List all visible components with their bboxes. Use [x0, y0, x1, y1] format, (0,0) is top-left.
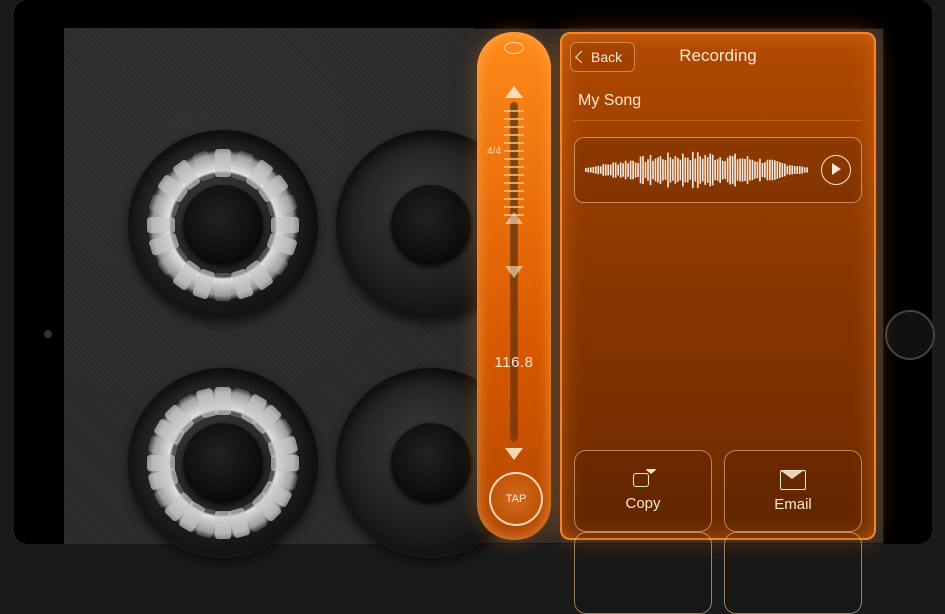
email-icon: [780, 470, 806, 490]
drum-pad-3[interactable]: [128, 368, 318, 558]
front-camera: [44, 330, 52, 338]
view-toggle-icon[interactable]: [504, 42, 524, 54]
tempo-increase-icon[interactable]: [505, 86, 523, 98]
email-button[interactable]: Email: [724, 450, 862, 532]
copy-icon: [631, 471, 655, 489]
bpm-readout: 116.8: [477, 354, 551, 371]
drum-pad-1[interactable]: [128, 130, 318, 320]
email-label: Email: [774, 496, 812, 513]
tap-tempo-button[interactable]: TAP: [489, 472, 543, 526]
copy-label: Copy: [625, 495, 660, 512]
tap-label: TAP: [506, 493, 527, 505]
recording-panel: Back Recording My Song Copy: [560, 32, 876, 540]
pad-center: [391, 185, 471, 265]
copy-button[interactable]: Copy: [574, 450, 712, 532]
time-signature-label: 4/4: [487, 147, 499, 157]
back-label: Back: [591, 49, 622, 65]
waveform-row[interactable]: [574, 137, 862, 203]
app-screen: 4/4 116.8 TAP Back Recording My Song: [64, 28, 884, 544]
play-button[interactable]: [821, 155, 851, 185]
tempo-control[interactable]: 4/4 116.8 TAP: [477, 32, 551, 540]
panel-title: Recording: [679, 46, 757, 66]
chevron-down-icon: [505, 266, 523, 278]
chevron-up-icon: [505, 212, 523, 224]
tablet-frame: 4/4 116.8 TAP Back Recording My Song: [14, 0, 932, 544]
action-row-2: [574, 532, 862, 614]
action-button-4[interactable]: [724, 532, 862, 614]
drum-pad-grid: [64, 28, 474, 544]
song-name-text: My Song: [578, 92, 641, 109]
tempo-decrease-icon[interactable]: [505, 448, 523, 460]
song-name-field[interactable]: My Song: [574, 82, 862, 121]
pad-center: [183, 185, 263, 265]
waveform-icon: [585, 147, 813, 193]
action-row-1: Copy Email: [574, 450, 862, 532]
panel-header: Back Recording: [560, 32, 876, 80]
action-button-3[interactable]: [574, 532, 712, 614]
back-button[interactable]: Back: [570, 42, 635, 72]
pad-center: [391, 423, 471, 503]
home-button[interactable]: [885, 310, 935, 360]
pad-center: [183, 423, 263, 503]
